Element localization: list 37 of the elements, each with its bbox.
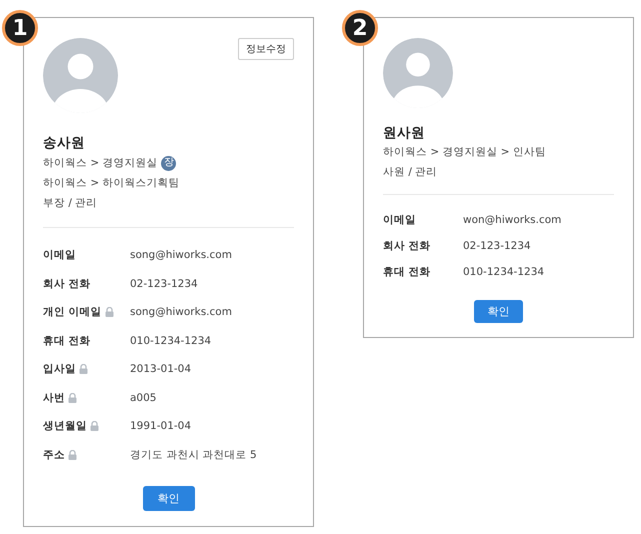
department-path: 하이웍스 > 하이웍스기획팀 [43, 176, 180, 191]
position-text: 부장 / 관리 [43, 196, 98, 211]
position-text: 사원 / 관리 [383, 164, 438, 180]
field-label: 이메일 [43, 248, 76, 262]
department-path: 하이웍스 > 경영지원실 > 인사팀 [383, 145, 546, 160]
field-value: song@hiworks.com [130, 249, 232, 262]
employee-name: 원사원 [383, 124, 426, 143]
field-label: 회사 전화 [43, 276, 91, 291]
field-label: 휴대 전화 [383, 265, 431, 279]
leader-badge: 장 [161, 156, 176, 170]
confirm-button[interactable]: 확인 [142, 486, 194, 511]
field-value: 경기도 과천시 과천대로 5 [130, 448, 257, 462]
step-number: 2 [342, 10, 378, 46]
field-label: 주소 [43, 448, 65, 462]
field-value: 02-123-1234 [130, 278, 198, 290]
field-value: 010-1234-1234 [130, 334, 212, 347]
department-path: 하이웍스 > 경영지원실 [43, 156, 158, 171]
employee-name: 송사원 [43, 134, 86, 153]
field-label: 입사일 [43, 362, 76, 376]
step-number: 1 [2, 10, 38, 46]
confirm-button[interactable]: 확인 [474, 300, 523, 323]
field-label: 휴대 전화 [43, 334, 91, 348]
field-value: won@hiworks.com [463, 214, 562, 226]
field-label: 생년월일 [43, 419, 87, 434]
avatar-icon [383, 38, 453, 108]
field-value: 1991-01-04 [130, 420, 192, 432]
field-value: song@hiworks.com [130, 306, 232, 318]
field-label: 개인 이메일 [43, 305, 102, 320]
field-value: 2013-01-04 [130, 363, 192, 376]
field-label: 회사 전화 [383, 239, 431, 253]
field-value: 010-1234-1234 [463, 266, 544, 278]
avatar-icon [43, 38, 118, 113]
field-value: a005 [130, 392, 156, 404]
field-label: 이메일 [383, 213, 416, 227]
edit-info-button[interactable]: 정보수정 [238, 38, 294, 60]
field-value: 02-123-1234 [463, 240, 531, 252]
field-label: 사번 [43, 390, 65, 405]
